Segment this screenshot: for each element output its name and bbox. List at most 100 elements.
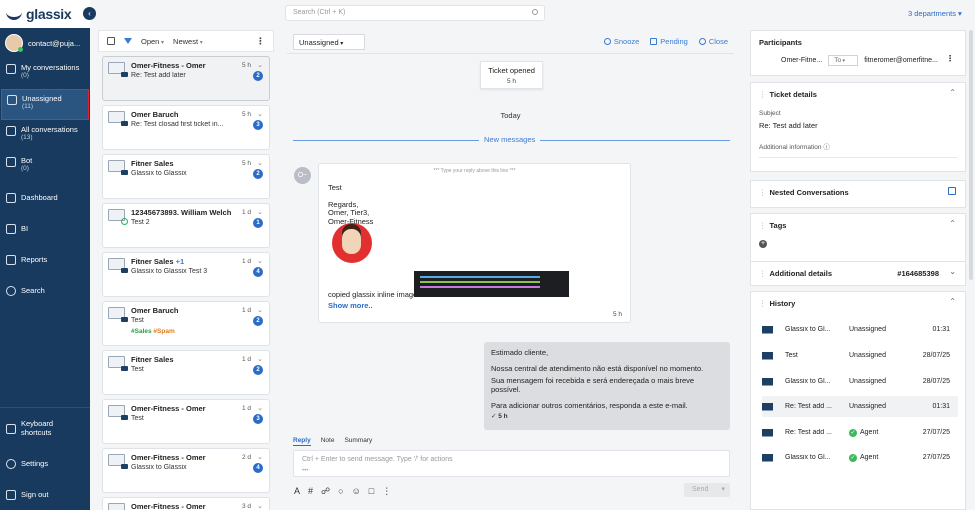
chevron-down-icon[interactable]: ⌄ <box>949 267 956 276</box>
chevron-down-icon[interactable]: ⌄ <box>257 453 263 461</box>
snooze-button[interactable]: Snooze <box>603 37 639 46</box>
departments-dropdown[interactable]: 3 departments ▾ <box>908 9 962 18</box>
inbox-icon <box>7 95 17 105</box>
quick-reply-icon[interactable]: ○ <box>338 486 343 497</box>
history-row[interactable]: Re: Test add ... ✓ Agent 27/07/25 <box>762 422 958 443</box>
chevron-down-icon[interactable]: ⌄ <box>257 159 263 167</box>
text-format-icon[interactable]: A <box>294 486 300 497</box>
chevron-up-icon[interactable]: ⌃ <box>949 297 956 306</box>
ticket-card[interactable]: Omer Baruch 5 h ⌄ Re: Test closad first … <box>102 105 270 150</box>
drag-handle-icon[interactable]: ⋮ <box>759 299 767 308</box>
assignee-dropdown[interactable]: Unassigned <box>293 33 365 50</box>
message-line: Para adicionar outros comentários, respo… <box>491 401 688 410</box>
filter-icon[interactable] <box>124 38 132 44</box>
recipient-type-dropdown[interactable]: To <box>828 55 859 66</box>
chevron-up-icon[interactable]: ⌃ <box>949 219 956 228</box>
history-subject: Re: Test add ... <box>785 429 832 436</box>
mail-icon <box>762 351 773 360</box>
chevron-down-icon[interactable]: ⌄ <box>257 306 263 314</box>
sidebar-item-dashboard[interactable]: Dashboard <box>0 182 90 213</box>
send-button[interactable]: Send <box>684 483 730 497</box>
sort-dropdown[interactable]: Newest <box>173 37 203 46</box>
emoji-icon[interactable]: ☺ <box>352 486 361 497</box>
ticket-card[interactable]: Fitner Sales +1 1 d ⌄ Glassix to Glassix… <box>102 252 270 297</box>
sidebar-item-bi[interactable]: BI <box>0 213 90 244</box>
nav-label: Bot <box>21 156 33 165</box>
sidebar-item-bot[interactable]: Bot (0) <box>0 151 90 182</box>
sidebar-item-unassigned[interactable]: Unassigned (11) <box>1 89 89 120</box>
chevron-down-icon[interactable]: ⌄ <box>257 502 263 510</box>
edit-icon[interactable] <box>948 187 956 195</box>
chevron-down-icon[interactable]: ⌄ <box>257 208 263 216</box>
ticket-card[interactable]: Omer-Fitness - Omer 5 h ⌄ Re: Test add l… <box>102 56 270 101</box>
chevron-down-icon[interactable]: ⌄ <box>257 110 263 118</box>
ticket-time: 5 h <box>241 111 251 118</box>
close-button[interactable]: Close <box>698 37 728 46</box>
ticket-card[interactable]: Omer-Fitness - Omer 1 d ⌄ Test 3 <box>102 399 270 444</box>
ticket-card[interactable]: Fitner Sales 5 h ⌄ Glassix to Glassix 2 <box>102 154 270 199</box>
status-filter-dropdown[interactable]: Open <box>141 37 164 46</box>
unread-badge: 2 <box>253 316 263 326</box>
history-subject: Glassix to Gl... <box>785 378 831 385</box>
history-row[interactable]: Glassix to Gl... Unassigned 01:31 <box>762 319 958 340</box>
sidebar-item-keyboard-shortcuts[interactable]: Keyboard shortcuts <box>0 408 90 448</box>
sidebar-item-reports[interactable]: Reports <box>0 244 90 275</box>
details-scrollbar[interactable] <box>969 30 973 280</box>
sidebar-item-settings[interactable]: Settings <box>0 448 90 479</box>
tab-summary[interactable]: Summary <box>344 437 372 446</box>
chevron-down-icon[interactable]: ⌄ <box>257 355 263 363</box>
sidebar-bottom: Keyboard shortcuts Settings Sign out <box>0 407 90 510</box>
more-options-icon[interactable]: ⋮ <box>256 36 265 47</box>
more-options-icon[interactable]: ⋮ <box>382 486 391 497</box>
ticket-subject: Glassix to Glassix <box>131 464 187 471</box>
nav-count: (0) <box>21 165 29 172</box>
tab-note[interactable]: Note <box>321 437 335 446</box>
chevron-down-icon[interactable]: ⌄ <box>257 61 263 69</box>
history-row[interactable]: Glassix to Gl... ✓ Agent 27/07/25 <box>762 447 958 468</box>
drag-handle-icon[interactable]: ⋮ <box>759 269 767 278</box>
inline-image[interactable] <box>414 271 569 297</box>
show-more-link[interactable]: Show more.. <box>328 301 373 310</box>
mail-icon <box>121 72 128 77</box>
close-label: Close <box>708 37 728 46</box>
participant-more-icon[interactable]: ⋮ <box>946 54 954 63</box>
pending-button[interactable]: Pending <box>650 37 688 46</box>
history-row[interactable]: Test Unassigned 28/07/25 <box>762 345 958 366</box>
day-divider: Today <box>500 111 521 120</box>
chevron-down-icon[interactable]: ⌄ <box>257 404 263 412</box>
attachment-icon[interactable]: ☍ <box>321 486 330 497</box>
drag-handle-icon[interactable]: ⋮ <box>759 188 767 197</box>
document-icon[interactable]: □ <box>369 486 374 497</box>
hourglass-icon <box>650 38 658 45</box>
additional-info-input[interactable] <box>759 157 957 158</box>
ticket-card[interactable]: Fitner Sales 1 d ⌄ Test 2 <box>102 350 270 395</box>
drag-handle-icon[interactable]: ⋮ <box>759 90 767 99</box>
hashtag-icon[interactable]: # <box>308 486 313 497</box>
ticket-card[interactable]: Omer Baruch 1 d ⌄ Test 2 #Sales #Spam <box>102 301 270 346</box>
ticket-card[interactable]: Omer-Fitness - Omer 3 d ⌄ <box>102 497 270 510</box>
chevron-down-icon[interactable]: ⌄ <box>257 257 263 265</box>
ticket-card[interactable]: Omer-Fitness - Omer 2 d ⌄ Glassix to Gla… <box>102 448 270 493</box>
sidebar-item-search[interactable]: Search <box>0 275 90 306</box>
search-icon <box>6 286 16 296</box>
search-input[interactable]: Search (Ctrl + K) <box>285 5 545 21</box>
chevron-up-icon[interactable]: ⌃ <box>949 88 956 97</box>
ticket-card[interactable]: 12345673893. William Welch 1 d ⌄ Test 2 … <box>102 203 270 248</box>
tab-reply[interactable]: Reply <box>293 437 311 446</box>
sidebar-item-my-conversations[interactable]: My conversations (0) <box>0 58 90 89</box>
history-row[interactable]: Glassix to Gl... Unassigned 28/07/25 <box>762 371 958 392</box>
sidebar-item-sign-out[interactable]: Sign out <box>0 479 90 510</box>
collapse-sidebar-icon[interactable]: ‹ <box>83 7 96 20</box>
ellipsis-icon[interactable]: ••• <box>302 468 308 474</box>
customer-avatar[interactable]: O~ <box>294 167 311 184</box>
sidebar-item-all-conversations[interactable]: All conversations (13) <box>0 120 90 151</box>
drag-handle-icon[interactable]: ⋮ <box>759 221 767 230</box>
user-profile[interactable]: contact@puja... <box>0 28 90 58</box>
nav-label: Settings <box>21 459 49 468</box>
history-row[interactable]: Re: Test add ... Unassigned 01:31 <box>762 396 958 417</box>
message-composer[interactable]: Ctrl + Enter to send message. Type '/' f… <box>293 450 730 477</box>
additional-info-text: Additional information <box>759 144 822 151</box>
info-icon[interactable]: ⓘ <box>823 144 830 151</box>
select-all-checkbox[interactable] <box>107 37 115 45</box>
add-tag-icon[interactable]: + <box>759 240 767 248</box>
